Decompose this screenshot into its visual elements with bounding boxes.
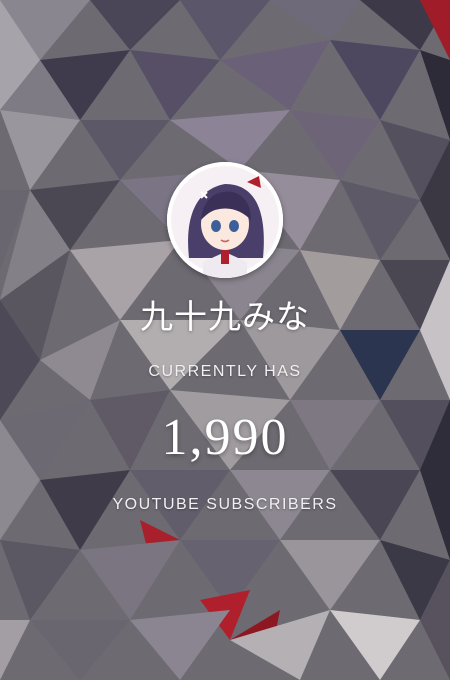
subscriber-card: 九十九みな CURRENTLY HAS 1,990 YOUTUBE SUBSCR… bbox=[0, 0, 450, 680]
subscriber-count: 1,990 bbox=[161, 409, 289, 466]
currently-has-label: CURRENTLY HAS bbox=[148, 363, 302, 380]
youtube-subscribers-label: YOUTUBE SUBSCRIBERS bbox=[112, 496, 338, 513]
channel-avatar[interactable] bbox=[167, 162, 283, 278]
channel-name: 九十九みな bbox=[140, 297, 310, 336]
vtuber-avatar-icon bbox=[167, 162, 283, 278]
subscriber-card-page: 九十九みな CURRENTLY HAS 1,990 YOUTUBE SUBSCR… bbox=[0, 0, 450, 680]
